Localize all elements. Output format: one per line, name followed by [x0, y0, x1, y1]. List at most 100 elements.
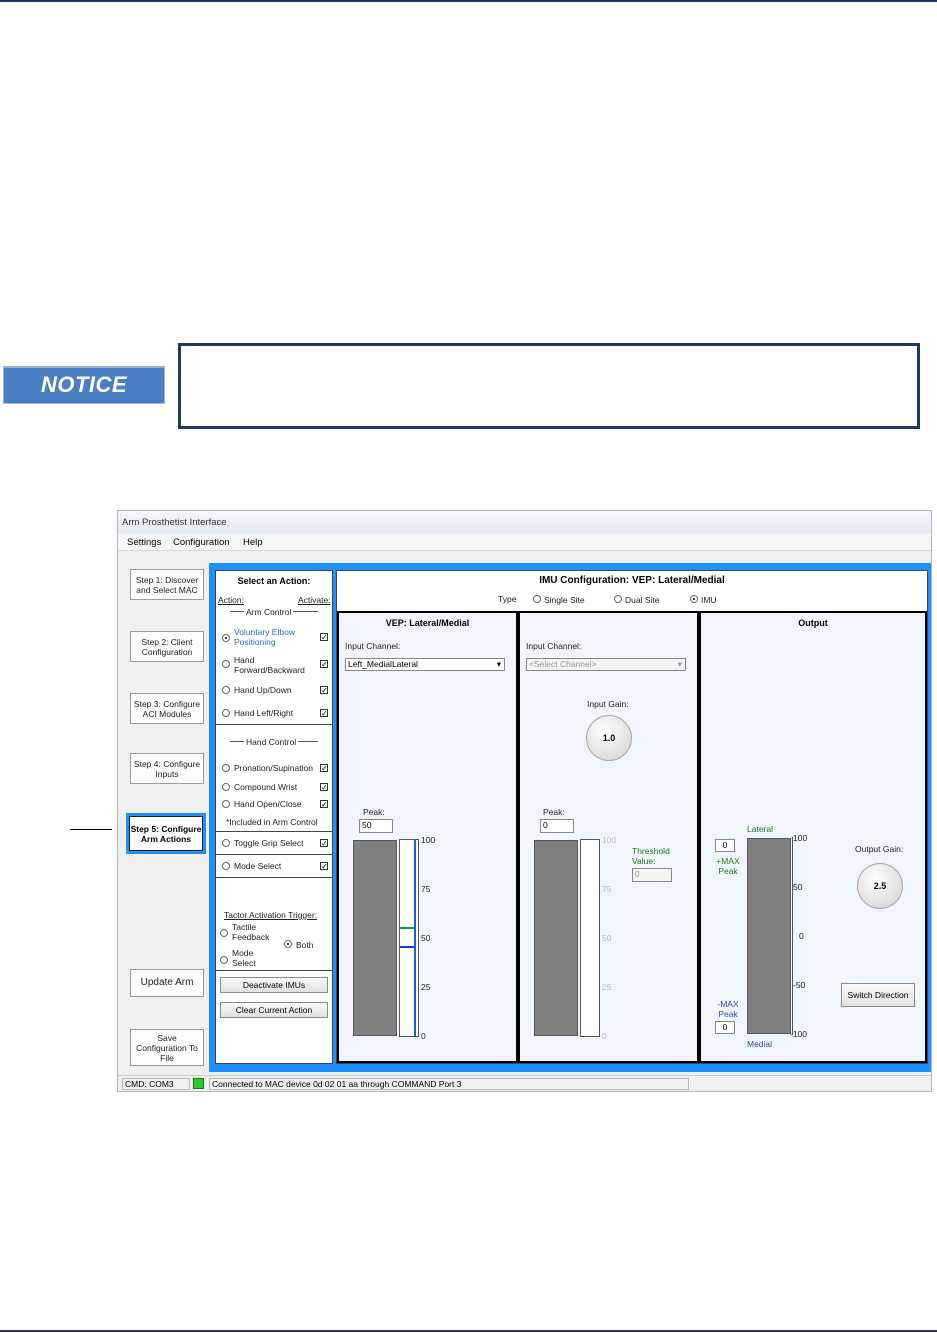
- input-scale: [580, 839, 600, 1037]
- switch-direction-button[interactable]: Switch Direction: [841, 983, 915, 1007]
- status-cmd: CMD: COM3: [122, 1078, 190, 1090]
- action-openclose[interactable]: Hand Open/Close: [234, 799, 302, 809]
- action-elbow[interactable]: Voluntary Elbow Positioning: [234, 627, 304, 647]
- action-pronation[interactable]: Pronation/Supination: [234, 763, 313, 773]
- check-elbow[interactable]: ✓: [320, 633, 328, 642]
- step4-button[interactable]: Step 4: Configure Inputs: [130, 753, 204, 784]
- type-imu[interactable]: IMU: [701, 595, 717, 605]
- input-peak-field[interactable]: 0: [540, 819, 574, 833]
- action-col-label: Action:: [218, 595, 244, 605]
- activate-col-label: Activate:: [298, 595, 331, 605]
- vep-peak-label: Peak:: [363, 807, 385, 817]
- input-scale-50: 50: [602, 933, 612, 943]
- imu-title: IMU Configuration: VEP: Lateral/Medial: [539, 575, 725, 586]
- vep-input-select[interactable]: Left_MedialLateral ▾: [345, 658, 505, 671]
- tactor-tactile[interactable]: Tactile Feedback: [232, 922, 278, 942]
- input-scale-75: 75: [602, 884, 612, 894]
- output-level-bar: [747, 838, 791, 1034]
- type-label: Type: [498, 594, 517, 604]
- action-leftright[interactable]: Hand Left/Right: [234, 708, 293, 718]
- tactor-mode[interactable]: Mode Select: [232, 948, 272, 968]
- tactor-both[interactable]: Both: [296, 940, 314, 950]
- threshold-field[interactable]: 0: [632, 868, 672, 882]
- radio-elbow[interactable]: [222, 634, 230, 642]
- medial-label: Medial: [747, 1039, 773, 1049]
- output-scale-neg100: -100: [790, 1029, 808, 1039]
- input-gain-value: 1.0: [602, 733, 616, 743]
- action-toggle-grip[interactable]: Toggle Grip Select: [234, 838, 303, 848]
- check-forward[interactable]: ✓: [320, 660, 328, 669]
- input-gain-knob[interactable]: 1.0: [586, 715, 632, 761]
- type-single-site[interactable]: Single Site: [544, 595, 585, 605]
- update-arm-button[interactable]: Update Arm: [130, 969, 204, 997]
- vep-title: VEP: Lateral/Medial: [385, 618, 470, 628]
- footer-rule: [0, 1330, 937, 1332]
- notice-badge: NOTICE: [3, 366, 165, 404]
- output-gain-value: 2.5: [873, 881, 887, 891]
- action-updown[interactable]: Hand Up/Down: [234, 685, 292, 695]
- radio-compound[interactable]: [222, 783, 230, 791]
- min-peak-label: -MAX Peak: [717, 999, 739, 1019]
- deactivate-imus-button[interactable]: Deactivate IMUs: [220, 977, 328, 993]
- radio-mode[interactable]: [220, 956, 228, 964]
- input-channel-select[interactable]: <Select Channel> ▾: [526, 658, 686, 671]
- check-leftright[interactable]: ✓: [320, 709, 328, 718]
- input-section: Input Channel: <Select Channel> ▾ Input G…: [518, 611, 699, 1063]
- menu-settings[interactable]: Settings: [127, 537, 161, 548]
- status-bar: CMD: COM3 Connected to MAC device 0d 02 …: [118, 1075, 931, 1091]
- vep-level-marker[interactable]: [400, 946, 414, 948]
- radio-leftright[interactable]: [222, 709, 230, 717]
- input-scale-25: 25: [602, 982, 612, 992]
- radio-pronation[interactable]: [222, 764, 230, 772]
- step5-button[interactable]: Step 5: Configure Arm Actions: [129, 816, 203, 851]
- action-mode-select[interactable]: Mode Select: [234, 861, 281, 871]
- radio-toggle-grip[interactable]: [222, 839, 230, 847]
- check-mode-select[interactable]: ✓: [320, 862, 328, 871]
- header-rule: [0, 0, 937, 2]
- check-openclose[interactable]: ✓: [320, 800, 328, 809]
- max-peak-field[interactable]: 0: [715, 839, 735, 852]
- radio-imu[interactable]: [690, 595, 698, 603]
- min-peak-field[interactable]: 0: [715, 1021, 735, 1034]
- output-scale-neg50: -50: [793, 980, 806, 990]
- step3-button[interactable]: Step 3: Configure ACI Modules: [130, 693, 204, 724]
- action-compound[interactable]: Compound Wrist: [234, 782, 297, 792]
- divider: [216, 724, 332, 725]
- vep-peak-field[interactable]: 50: [359, 819, 393, 833]
- output-title: Output: [798, 618, 828, 628]
- radio-single-site[interactable]: [533, 595, 541, 603]
- divider: [216, 970, 332, 971]
- vep-scale-100: 100: [421, 835, 436, 845]
- arm-group-label: Arm Control: [244, 607, 294, 617]
- output-scale-50: 50: [793, 882, 803, 892]
- check-updown[interactable]: ✓: [320, 686, 328, 695]
- vep-level-bar: [353, 840, 397, 1036]
- step2-button[interactable]: Step 2: Client Configuration: [130, 631, 204, 662]
- check-pronation[interactable]: ✓: [320, 764, 328, 773]
- hand-group-label: Hand Control: [244, 737, 299, 747]
- clear-action-button[interactable]: Clear Current Action: [220, 1002, 328, 1018]
- radio-updown[interactable]: [222, 686, 230, 694]
- menu-configuration[interactable]: Configuration: [173, 537, 230, 548]
- radio-forward[interactable]: [222, 660, 230, 668]
- radio-dual-site[interactable]: [614, 595, 622, 603]
- radio-openclose[interactable]: [222, 800, 230, 808]
- radio-mode-select[interactable]: [222, 862, 230, 870]
- chevron-down-icon: ▾: [677, 659, 682, 669]
- callout-line: [70, 829, 112, 830]
- step1-button[interactable]: Step 1: Discover and Select MAC: [130, 569, 204, 600]
- notice-box: [178, 343, 920, 429]
- type-dual-site[interactable]: Dual Site: [625, 595, 660, 605]
- radio-tactile[interactable]: [220, 929, 228, 937]
- vep-scale-50: 50: [421, 933, 431, 943]
- check-toggle-grip[interactable]: ✓: [320, 839, 328, 848]
- vep-threshold-marker[interactable]: [400, 927, 416, 929]
- output-gain-knob[interactable]: 2.5: [857, 863, 903, 909]
- check-compound[interactable]: ✓: [320, 783, 328, 792]
- radio-both[interactable]: [284, 940, 292, 948]
- action-forward[interactable]: Hand Forward/Backward: [234, 655, 306, 675]
- menu-help[interactable]: Help: [243, 537, 263, 548]
- step5-selected[interactable]: Step 5: Configure Arm Actions: [126, 813, 206, 854]
- save-config-button[interactable]: Save Configuration To File: [130, 1029, 204, 1066]
- input-scale-100: 100: [602, 835, 617, 845]
